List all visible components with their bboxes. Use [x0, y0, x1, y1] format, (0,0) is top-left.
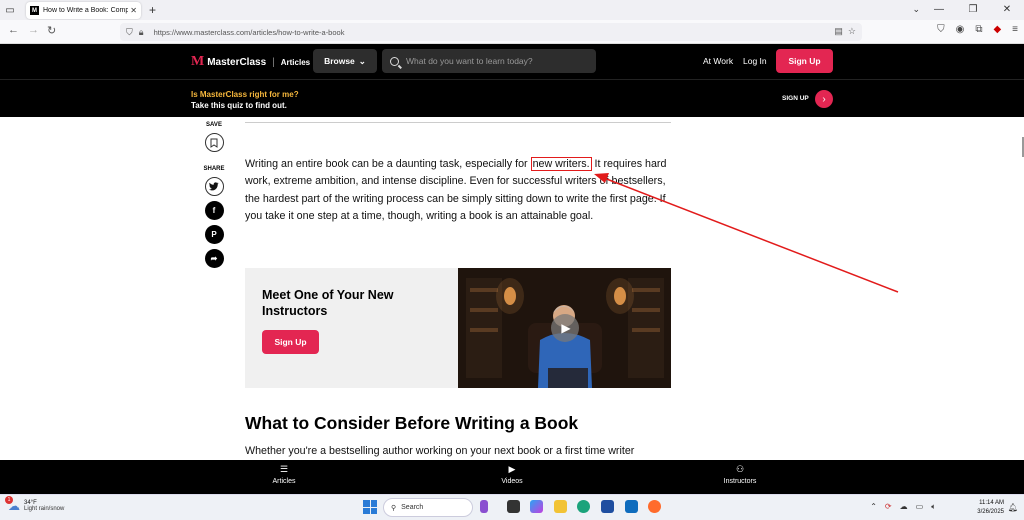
annotation-arrow	[594, 173, 899, 293]
list-icon: ☰	[279, 464, 289, 474]
instructors-label: Instructors	[723, 478, 757, 485]
clock-time: 11:14 AM	[979, 500, 1004, 506]
system-tray: ⌃ ⟳ ☁ ▭ 🔈︎	[870, 502, 936, 512]
firefox-icon[interactable]	[648, 500, 661, 513]
notification-badge: 1	[5, 496, 13, 504]
display-icon[interactable]: ▭	[916, 502, 924, 512]
annotation-arrow-head	[594, 173, 609, 183]
sync-icon[interactable]: ⟳	[885, 502, 892, 512]
annotation-arrow-line	[603, 177, 899, 293]
task-view-icon[interactable]	[507, 500, 520, 513]
store-icon[interactable]	[601, 500, 614, 513]
bottom-nav: ☰ Articles ▶ Videos ⚇ Instructors	[0, 460, 1024, 494]
weather-desc: Light rain/snow	[24, 506, 65, 512]
clock[interactable]: 11:14 AM 3/26/2025	[977, 499, 1004, 517]
windows-start-icon[interactable]	[363, 500, 377, 514]
clock-date: 3/26/2025	[977, 509, 1004, 515]
person-icon: ⚇	[735, 464, 745, 474]
taskbar-search-label: Search	[401, 504, 424, 511]
file-explorer-icon[interactable]	[554, 500, 567, 513]
outlook-icon[interactable]	[625, 500, 638, 513]
videos-label: Videos	[501, 478, 523, 485]
ribbon-icon[interactable]	[480, 500, 488, 513]
notifications-icon[interactable]: 🔔︎	[1008, 503, 1018, 512]
articles-label: Articles	[272, 478, 296, 485]
bottom-nav-instructors[interactable]: ⚇ Instructors	[700, 464, 780, 485]
copilot-icon[interactable]	[530, 500, 543, 513]
taskbar: ☁ 1 34°F Light rain/snow ⚲ Search ⌃ ⟳ ☁ ▭…	[0, 494, 1024, 520]
edge-icon[interactable]	[577, 500, 590, 513]
bottom-nav-articles[interactable]: ☰ Articles	[244, 464, 324, 485]
bottom-nav-videos[interactable]: ▶ Videos	[472, 464, 552, 485]
play-icon: ▶	[508, 464, 516, 474]
search-icon: ⚲	[391, 504, 397, 512]
cloud-icon[interactable]: ☁	[900, 502, 908, 512]
chevron-up-icon[interactable]: ⌃	[870, 502, 877, 512]
taskbar-search[interactable]: ⚲ Search	[383, 498, 473, 517]
weather-widget[interactable]: ☁ 1 34°F Light rain/snow	[5, 496, 65, 513]
volume-icon[interactable]: 🔈︎	[931, 502, 936, 512]
weather-icon: ☁ 1	[5, 496, 20, 513]
